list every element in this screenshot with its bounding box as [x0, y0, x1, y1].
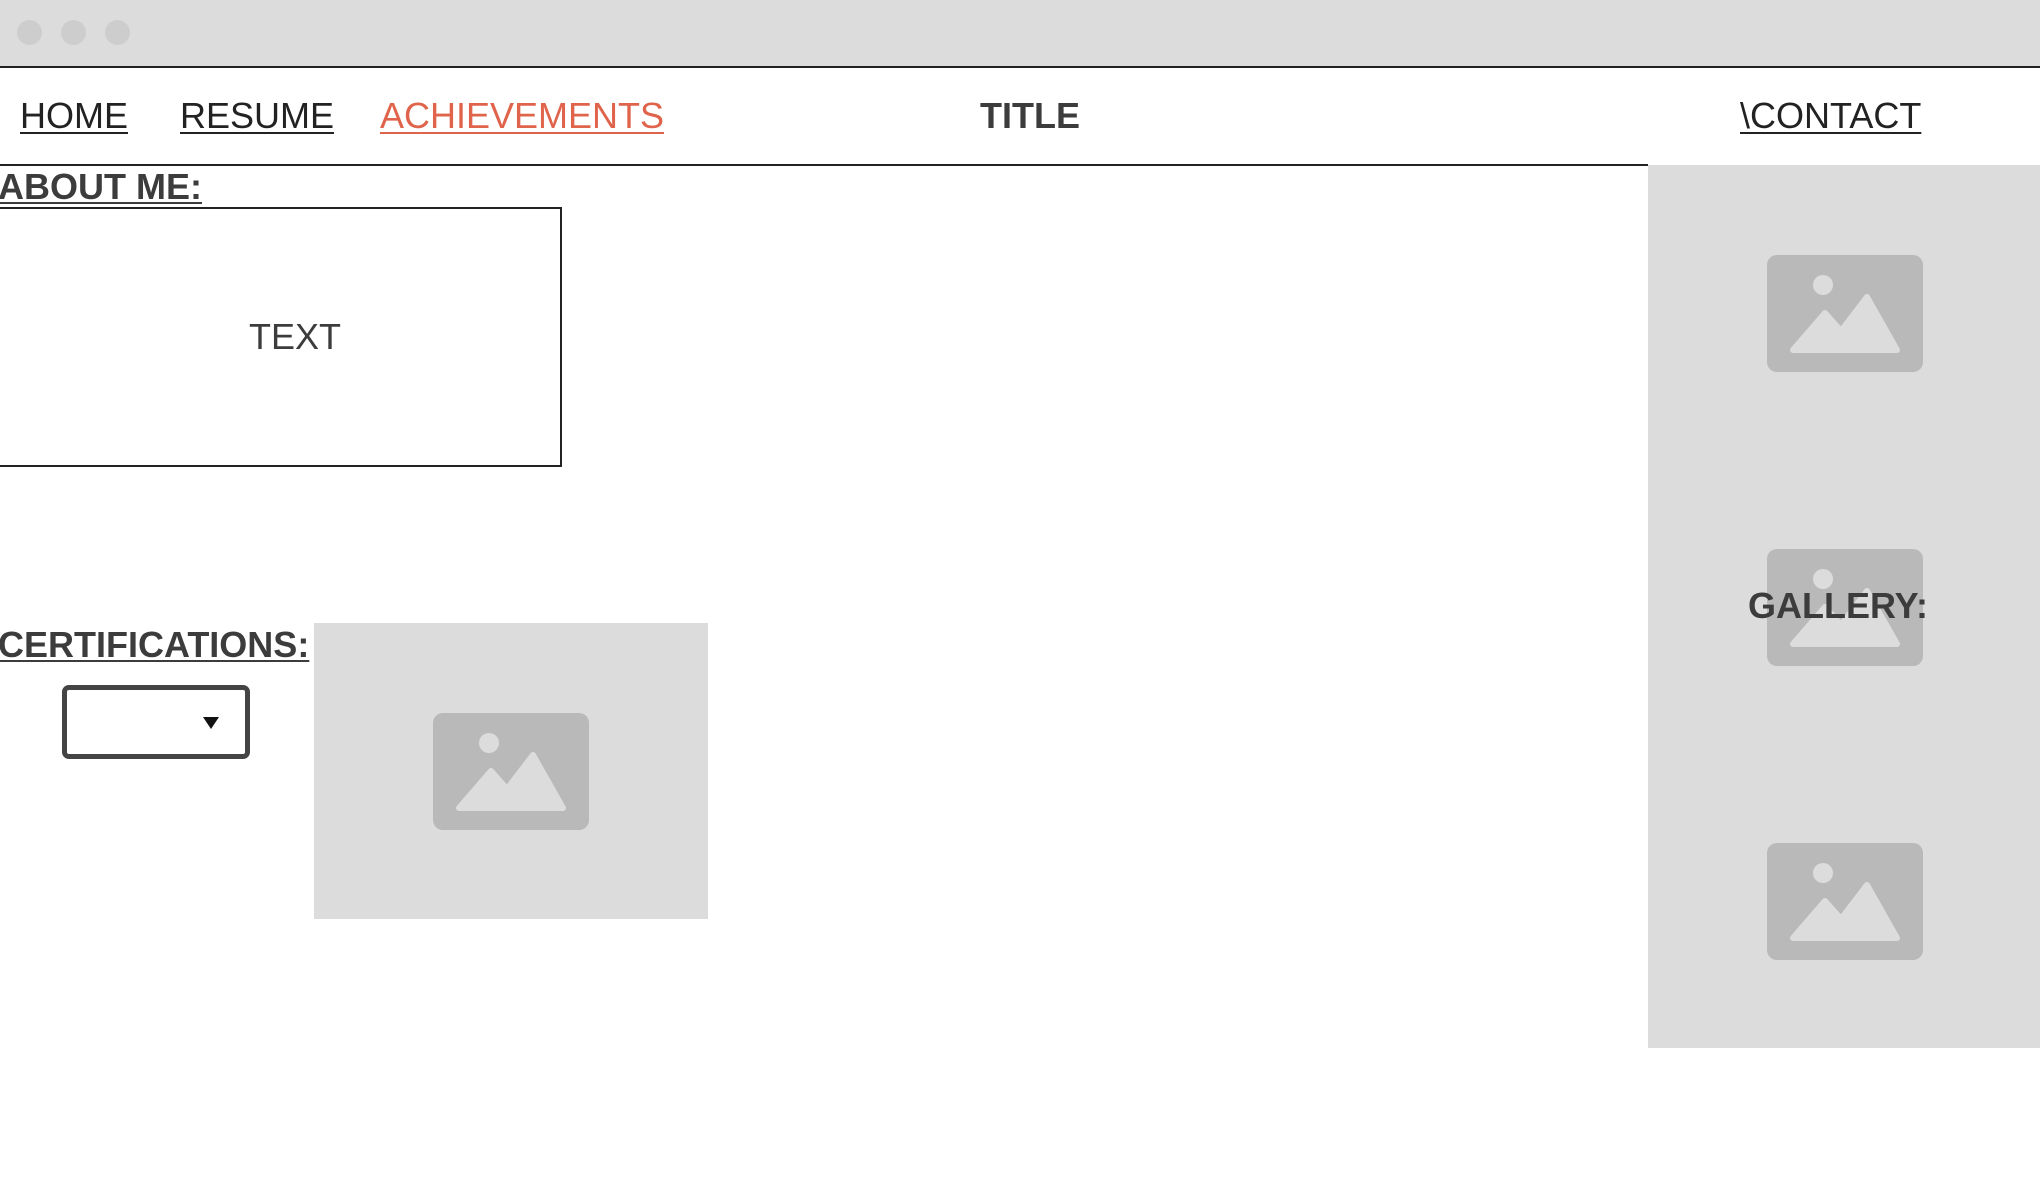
nav-divider [0, 164, 1648, 166]
about-me-heading: ABOUT ME: [0, 166, 202, 207]
window-minimize-dot[interactable] [61, 20, 86, 45]
window-maximize-dot[interactable] [105, 20, 130, 45]
nav-achievements-link[interactable]: ACHIEVEMENTS [380, 96, 664, 136]
certifications-heading: CERTIFICATIONS: [0, 624, 310, 665]
gallery-image-3-icon [1767, 843, 1923, 960]
window-close-dot[interactable] [17, 20, 42, 45]
about-me-text-box: TEXT [0, 207, 562, 467]
window-title-bar [0, 0, 2040, 68]
image-placeholder-icon [433, 713, 589, 830]
nav-home-link[interactable]: HOME [20, 96, 128, 136]
nav-contact-link[interactable]: \CONTACT [1740, 96, 1921, 136]
gallery-label: GALLERY: [1748, 585, 1928, 626]
page-title: TITLE [980, 95, 1080, 136]
certifications-dropdown[interactable] [62, 685, 250, 759]
certification-image [314, 623, 708, 919]
gallery-image-1-icon [1767, 255, 1923, 372]
about-me-text: TEXT [248, 316, 341, 357]
nav-resume-link[interactable]: RESUME [180, 96, 334, 136]
dropdown-caret-icon [203, 717, 219, 729]
